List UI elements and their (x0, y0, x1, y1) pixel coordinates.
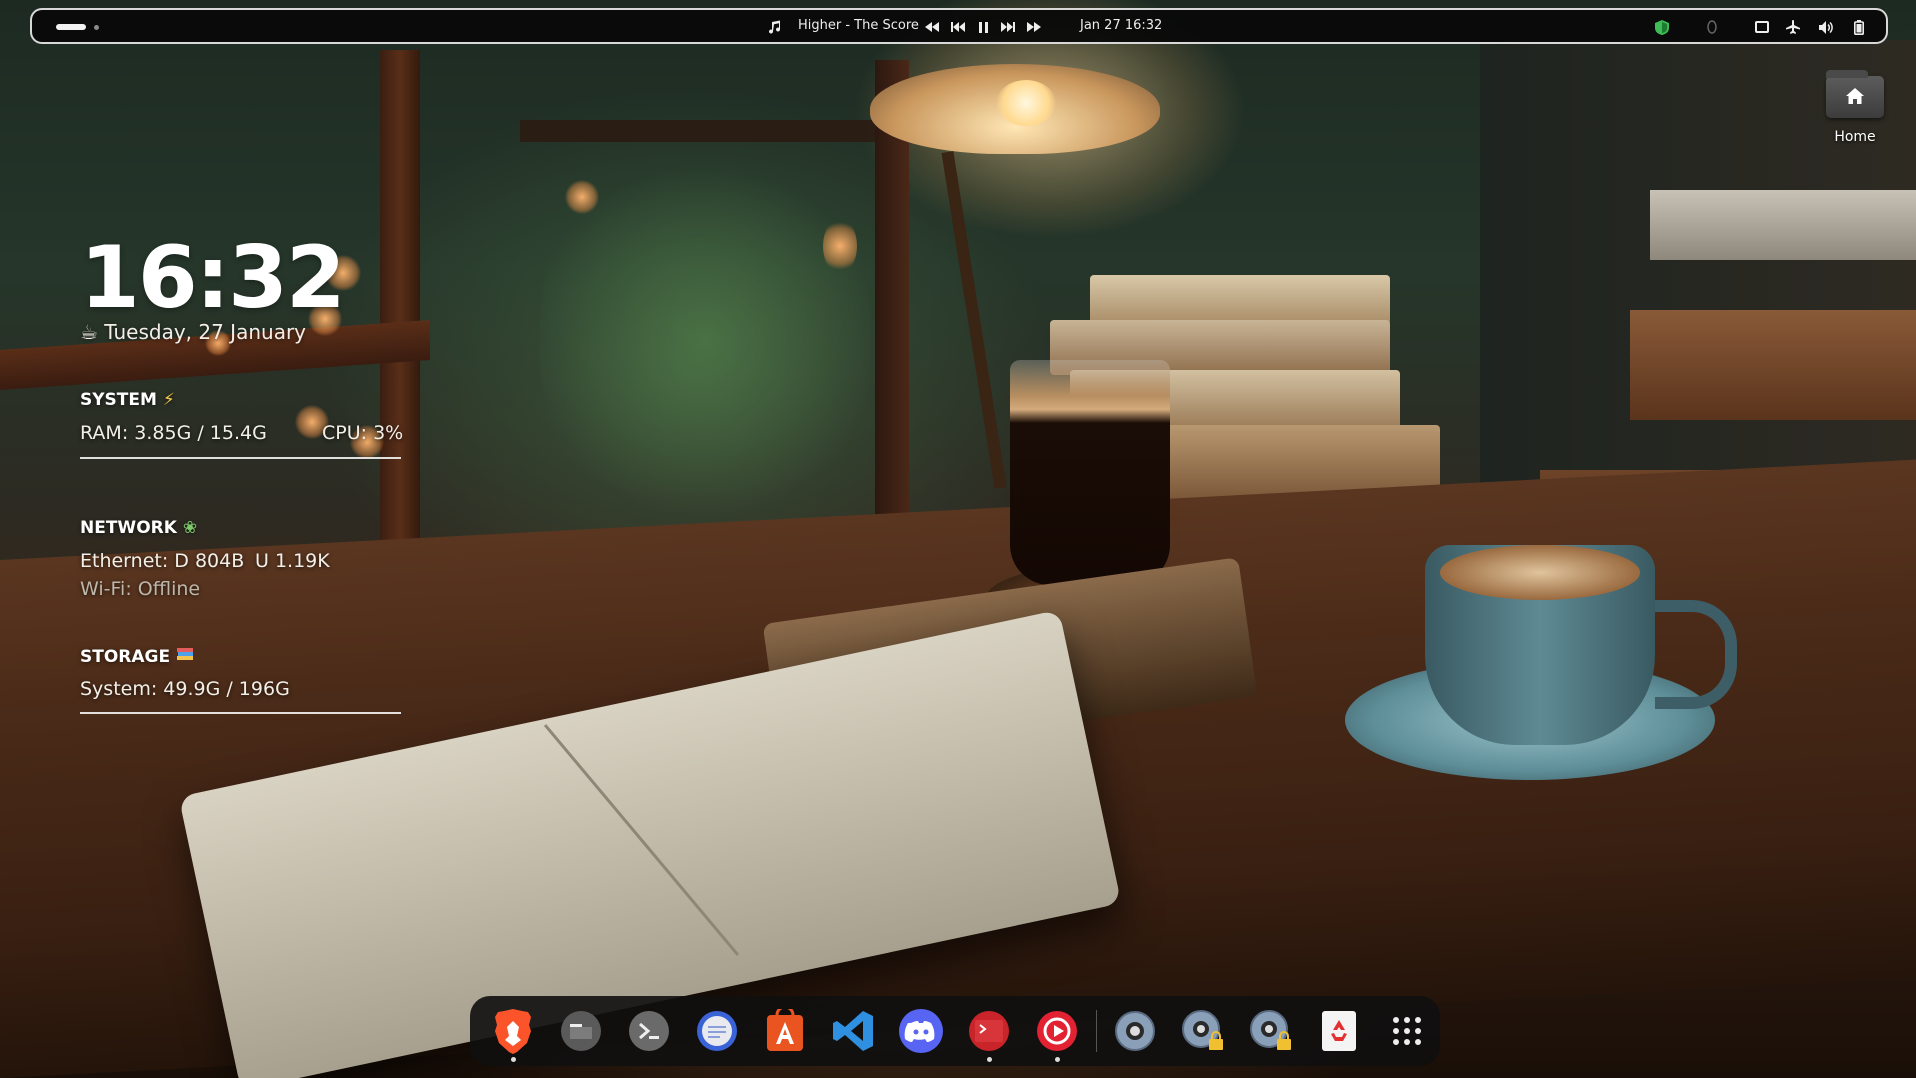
leaf-icon: ❀ (182, 518, 198, 538)
screen-icon[interactable] (1754, 19, 1770, 35)
volume-icon[interactable] (1818, 19, 1834, 35)
books-icon (176, 647, 194, 667)
trash-icon[interactable] (1312, 1004, 1366, 1058)
running-indicator (1055, 1057, 1060, 1062)
messages-icon[interactable] (690, 1004, 744, 1058)
coffee-icon: ☕ (80, 320, 98, 344)
app-center-icon[interactable] (758, 1004, 812, 1058)
music-note-icon (768, 19, 784, 35)
home-folder-icon[interactable] (1826, 70, 1884, 118)
disc-locked-icon-1[interactable] (1176, 1004, 1230, 1058)
wifi-status: Wi-Fi: Offline (80, 578, 201, 600)
dock (470, 996, 1440, 1066)
ethernet-upload: U 1.19K (255, 550, 330, 572)
shield-icon[interactable] (1654, 19, 1670, 35)
seek-forward-icon[interactable] (1026, 19, 1042, 35)
airplane-icon[interactable] (1785, 19, 1801, 35)
ssh-client-icon[interactable] (962, 1004, 1016, 1062)
next-track-icon[interactable] (1000, 19, 1016, 35)
workspace-indicator[interactable] (94, 25, 99, 30)
desktop-clock: 16:32 (80, 228, 346, 328)
system-divider (80, 457, 401, 459)
app-grid-icon[interactable] (1380, 1004, 1434, 1058)
network-section-title: NETWORK ❀ (80, 518, 197, 538)
desktop-date: ☕ Tuesday, 27 January (80, 320, 306, 344)
circle-status-icon[interactable] (1704, 19, 1720, 35)
running-indicator (511, 1057, 516, 1062)
running-indicator (987, 1057, 992, 1062)
desktop-wallpaper (0, 0, 1916, 1078)
workspace-indicator-active[interactable] (56, 24, 86, 30)
ethernet-download: Ethernet: D 804B (80, 550, 245, 572)
disc-locked-icon-2[interactable] (1244, 1004, 1298, 1058)
date-text: Tuesday, 27 January (104, 320, 307, 344)
storage-title-text: STORAGE (80, 647, 171, 667)
home-folder-label[interactable]: Home (1812, 129, 1898, 145)
storage-divider (80, 712, 401, 714)
brave-browser-icon[interactable] (486, 1004, 540, 1062)
discord-icon[interactable] (894, 1004, 948, 1058)
files-icon[interactable] (554, 1004, 608, 1058)
media-title[interactable]: Higher - The Score (798, 18, 919, 33)
dock-separator (1096, 1010, 1097, 1052)
battery-icon[interactable] (1851, 19, 1867, 35)
pause-icon[interactable] (976, 19, 992, 35)
system-title-text: SYSTEM (80, 390, 157, 410)
top-panel: Higher - The Score Jan 27 16:32 (30, 8, 1888, 44)
previous-track-icon[interactable] (950, 19, 966, 35)
storage-system: System: 49.9G / 196G (80, 678, 290, 700)
terminal-icon[interactable] (622, 1004, 676, 1058)
storage-section-title: STORAGE (80, 646, 194, 667)
clock-datetime[interactable]: Jan 27 16:32 (1080, 18, 1162, 33)
seek-back-icon[interactable] (924, 19, 940, 35)
media-player-icon[interactable] (1030, 1004, 1084, 1062)
ram-usage: RAM: 3.85G / 15.4G (80, 422, 267, 444)
vscode-icon[interactable] (826, 1004, 880, 1058)
lightning-icon: ⚡ (162, 390, 175, 410)
disc-icon[interactable] (1108, 1004, 1162, 1058)
cpu-usage: CPU: 3% (322, 422, 404, 444)
system-section-title: SYSTEM ⚡ (80, 390, 175, 410)
network-title-text: NETWORK (80, 518, 177, 538)
